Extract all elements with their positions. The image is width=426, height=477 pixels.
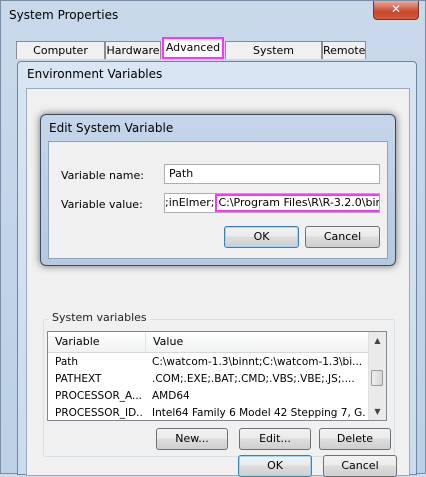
value-cell: AMD64: [152, 390, 190, 402]
column-header-variable[interactable]: Variable: [48, 332, 146, 352]
list-header: Variable Value: [48, 332, 370, 353]
variable-name-label: Variable name:: [61, 169, 144, 182]
edit-button[interactable]: Edit...: [239, 428, 311, 450]
button-label: OK: [253, 230, 270, 243]
new-button[interactable]: New...: [156, 428, 228, 450]
tab-remote[interactable]: Remote: [322, 41, 366, 59]
variable-cell: PROCESSOR_A...: [55, 390, 143, 402]
variable-name-field[interactable]: Path: [164, 164, 380, 184]
edit-system-variable-dialog: Edit System Variable Variable name: Path…: [40, 114, 396, 266]
tab-label: Remote: [323, 44, 366, 57]
column-label: Variable: [55, 335, 100, 348]
column-label: Value: [153, 335, 184, 348]
value-prefix-text: ;inElmer;: [165, 196, 215, 209]
close-button[interactable]: ✕: [373, 1, 419, 20]
system-variables-list[interactable]: Variable Value Path C:\watcom-1.3\binnt;…: [47, 331, 387, 421]
system-variables-group: System variables Variable Value Path C:\…: [43, 311, 395, 461]
value-cell: Intel64 Family 6 Model 42 Stepping 7, G.…: [152, 407, 366, 419]
variable-name-text: Path: [169, 167, 194, 180]
variable-value-field[interactable]: ;inElmer;C:\Program Files\R\R-3.2.0\bin\…: [164, 193, 380, 213]
button-label: OK: [267, 459, 283, 472]
table-row[interactable]: Path C:\watcom-1.3\binnt;C:\watcom-1.3\b…: [48, 354, 370, 371]
tab-computer-name[interactable]: Computer Name: [16, 41, 105, 75]
scroll-down-icon[interactable]: ▼: [370, 404, 385, 419]
table-row[interactable]: PROCESSOR_ID... Intel64 Family 6 Model 4…: [48, 405, 370, 420]
highlighted-path-text: C:\Program Files\R\R-3.2.0\bin\x64: [215, 194, 379, 212]
cancel-button[interactable]: Cancel: [305, 226, 380, 248]
tab-label: Hardware: [106, 44, 160, 57]
button-label: Cancel: [323, 230, 362, 243]
variable-cell: Path: [55, 356, 79, 368]
tab-advanced[interactable]: Advanced: [162, 37, 224, 59]
value-cell: C:\watcom-1.3\binnt;C:\watcom-1.3\bi...: [152, 356, 363, 368]
environment-variables-title: Environment Variables: [27, 67, 163, 81]
table-row[interactable]: PROCESSOR_A... AMD64: [48, 388, 370, 405]
button-label: New...: [175, 432, 209, 445]
table-row[interactable]: PATHEXT .COM;.EXE;.BAT;.CMD;.VBS;.VBE;.J…: [48, 371, 370, 388]
variable-cell: PATHEXT: [55, 373, 102, 385]
tab-label: Advanced: [165, 41, 221, 54]
value-cell: .COM;.EXE;.BAT;.CMD;.VBS;.VBE;.JS;....: [152, 373, 355, 385]
variable-value-label: Variable value:: [61, 198, 143, 211]
vertical-scrollbar[interactable]: ▲ ▼: [368, 332, 386, 420]
ok-button[interactable]: OK: [224, 226, 299, 248]
tab-system-protection[interactable]: System Protection: [225, 41, 322, 75]
scroll-up-icon[interactable]: ▲: [370, 333, 385, 348]
system-properties-title: System Properties: [9, 8, 119, 22]
edit-system-variable-body: Variable name: Path Variable value: ;inE…: [48, 141, 388, 259]
close-icon: ✕: [390, 2, 402, 16]
button-label: Edit...: [259, 432, 291, 445]
tab-hardware[interactable]: Hardware: [105, 41, 161, 59]
button-label: Delete: [336, 432, 374, 445]
delete-button[interactable]: Delete: [319, 428, 391, 450]
system-variables-label: System variables: [49, 311, 150, 324]
column-header-value[interactable]: Value: [146, 332, 370, 352]
variable-cell: PROCESSOR_ID...: [55, 407, 143, 419]
button-label: Cancel: [341, 459, 379, 472]
edit-system-variable-title: Edit System Variable: [49, 121, 174, 135]
scroll-thumb[interactable]: [371, 370, 383, 386]
